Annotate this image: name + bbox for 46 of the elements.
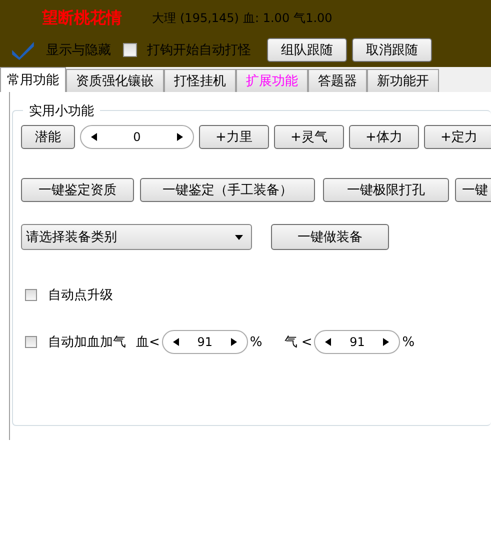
potential-button[interactable]: 潜能 xyxy=(21,125,75,149)
checkmark-icon[interactable] xyxy=(11,40,35,60)
make-equipment-button[interactable]: 一键做装备 xyxy=(271,224,389,250)
mp-reading: 气1.00 xyxy=(294,10,332,26)
left-arrow-icon[interactable] xyxy=(91,133,97,141)
tab[interactable]: 打怪挂机 xyxy=(164,69,236,92)
follow-button[interactable]: 组队跟随 xyxy=(267,38,347,62)
number-spinner[interactable]: 0 xyxy=(80,125,194,149)
stat-button[interactable]: +定力 xyxy=(424,125,491,149)
equipment-type-dropdown[interactable]: 请选择装备类别 xyxy=(21,224,252,250)
hp-spinner[interactable]: 91 xyxy=(162,330,248,354)
tab[interactable]: 新功能开 xyxy=(367,69,439,92)
right-arrow-icon[interactable] xyxy=(383,338,390,346)
hp-reading: 血: 1.00 xyxy=(243,10,290,26)
mp-threshold-label: 气 < xyxy=(284,334,312,351)
right-arrow-icon[interactable] xyxy=(176,133,183,141)
group-title: 实用小功能 xyxy=(23,102,100,120)
percent-label: % xyxy=(402,334,415,350)
map-name: 大理 xyxy=(152,10,176,26)
hp-threshold-label: 血< xyxy=(136,334,160,351)
action-button[interactable]: 一键 xyxy=(455,178,491,202)
action-button[interactable]: 一键鉴定（手工装备） xyxy=(140,178,315,202)
left-arrow-icon[interactable] xyxy=(172,338,179,346)
mp-spinner[interactable]: 91 xyxy=(314,330,400,354)
auto-fight-checkbox[interactable] xyxy=(123,43,137,57)
stat-button[interactable]: +体力 xyxy=(349,125,419,149)
left-arrow-icon[interactable] xyxy=(325,338,332,346)
right-arrow-icon[interactable] xyxy=(230,338,237,346)
auto-fight-label: 打钩开始自动打怪 xyxy=(147,42,251,59)
tab[interactable]: 答题器 xyxy=(308,69,367,92)
stat-button[interactable]: +灵气 xyxy=(274,125,344,149)
auto-heal-checkbox[interactable] xyxy=(25,336,37,348)
tab[interactable]: 资质强化镶嵌 xyxy=(66,69,164,92)
follow-button[interactable]: 取消跟随 xyxy=(352,38,432,62)
auto-heal-label: 自动加血加气 xyxy=(48,334,126,351)
auto-level-label: 自动点升级 xyxy=(48,287,113,304)
character-name: 望断桃花情 xyxy=(42,8,122,28)
action-button[interactable]: 一键鉴定资质 xyxy=(21,178,134,202)
show-hide-label: 显示与隐藏 xyxy=(46,42,111,59)
percent-label: % xyxy=(250,334,262,350)
coordinates: (195,145) xyxy=(180,11,239,25)
dropdown-arrow-icon[interactable] xyxy=(235,234,243,240)
auto-level-checkbox[interactable] xyxy=(25,289,37,301)
tab[interactable]: 常用功能 xyxy=(0,67,66,92)
action-button[interactable]: 一键极限打孔 xyxy=(323,178,449,202)
stat-button[interactable]: +力里 xyxy=(199,125,269,149)
